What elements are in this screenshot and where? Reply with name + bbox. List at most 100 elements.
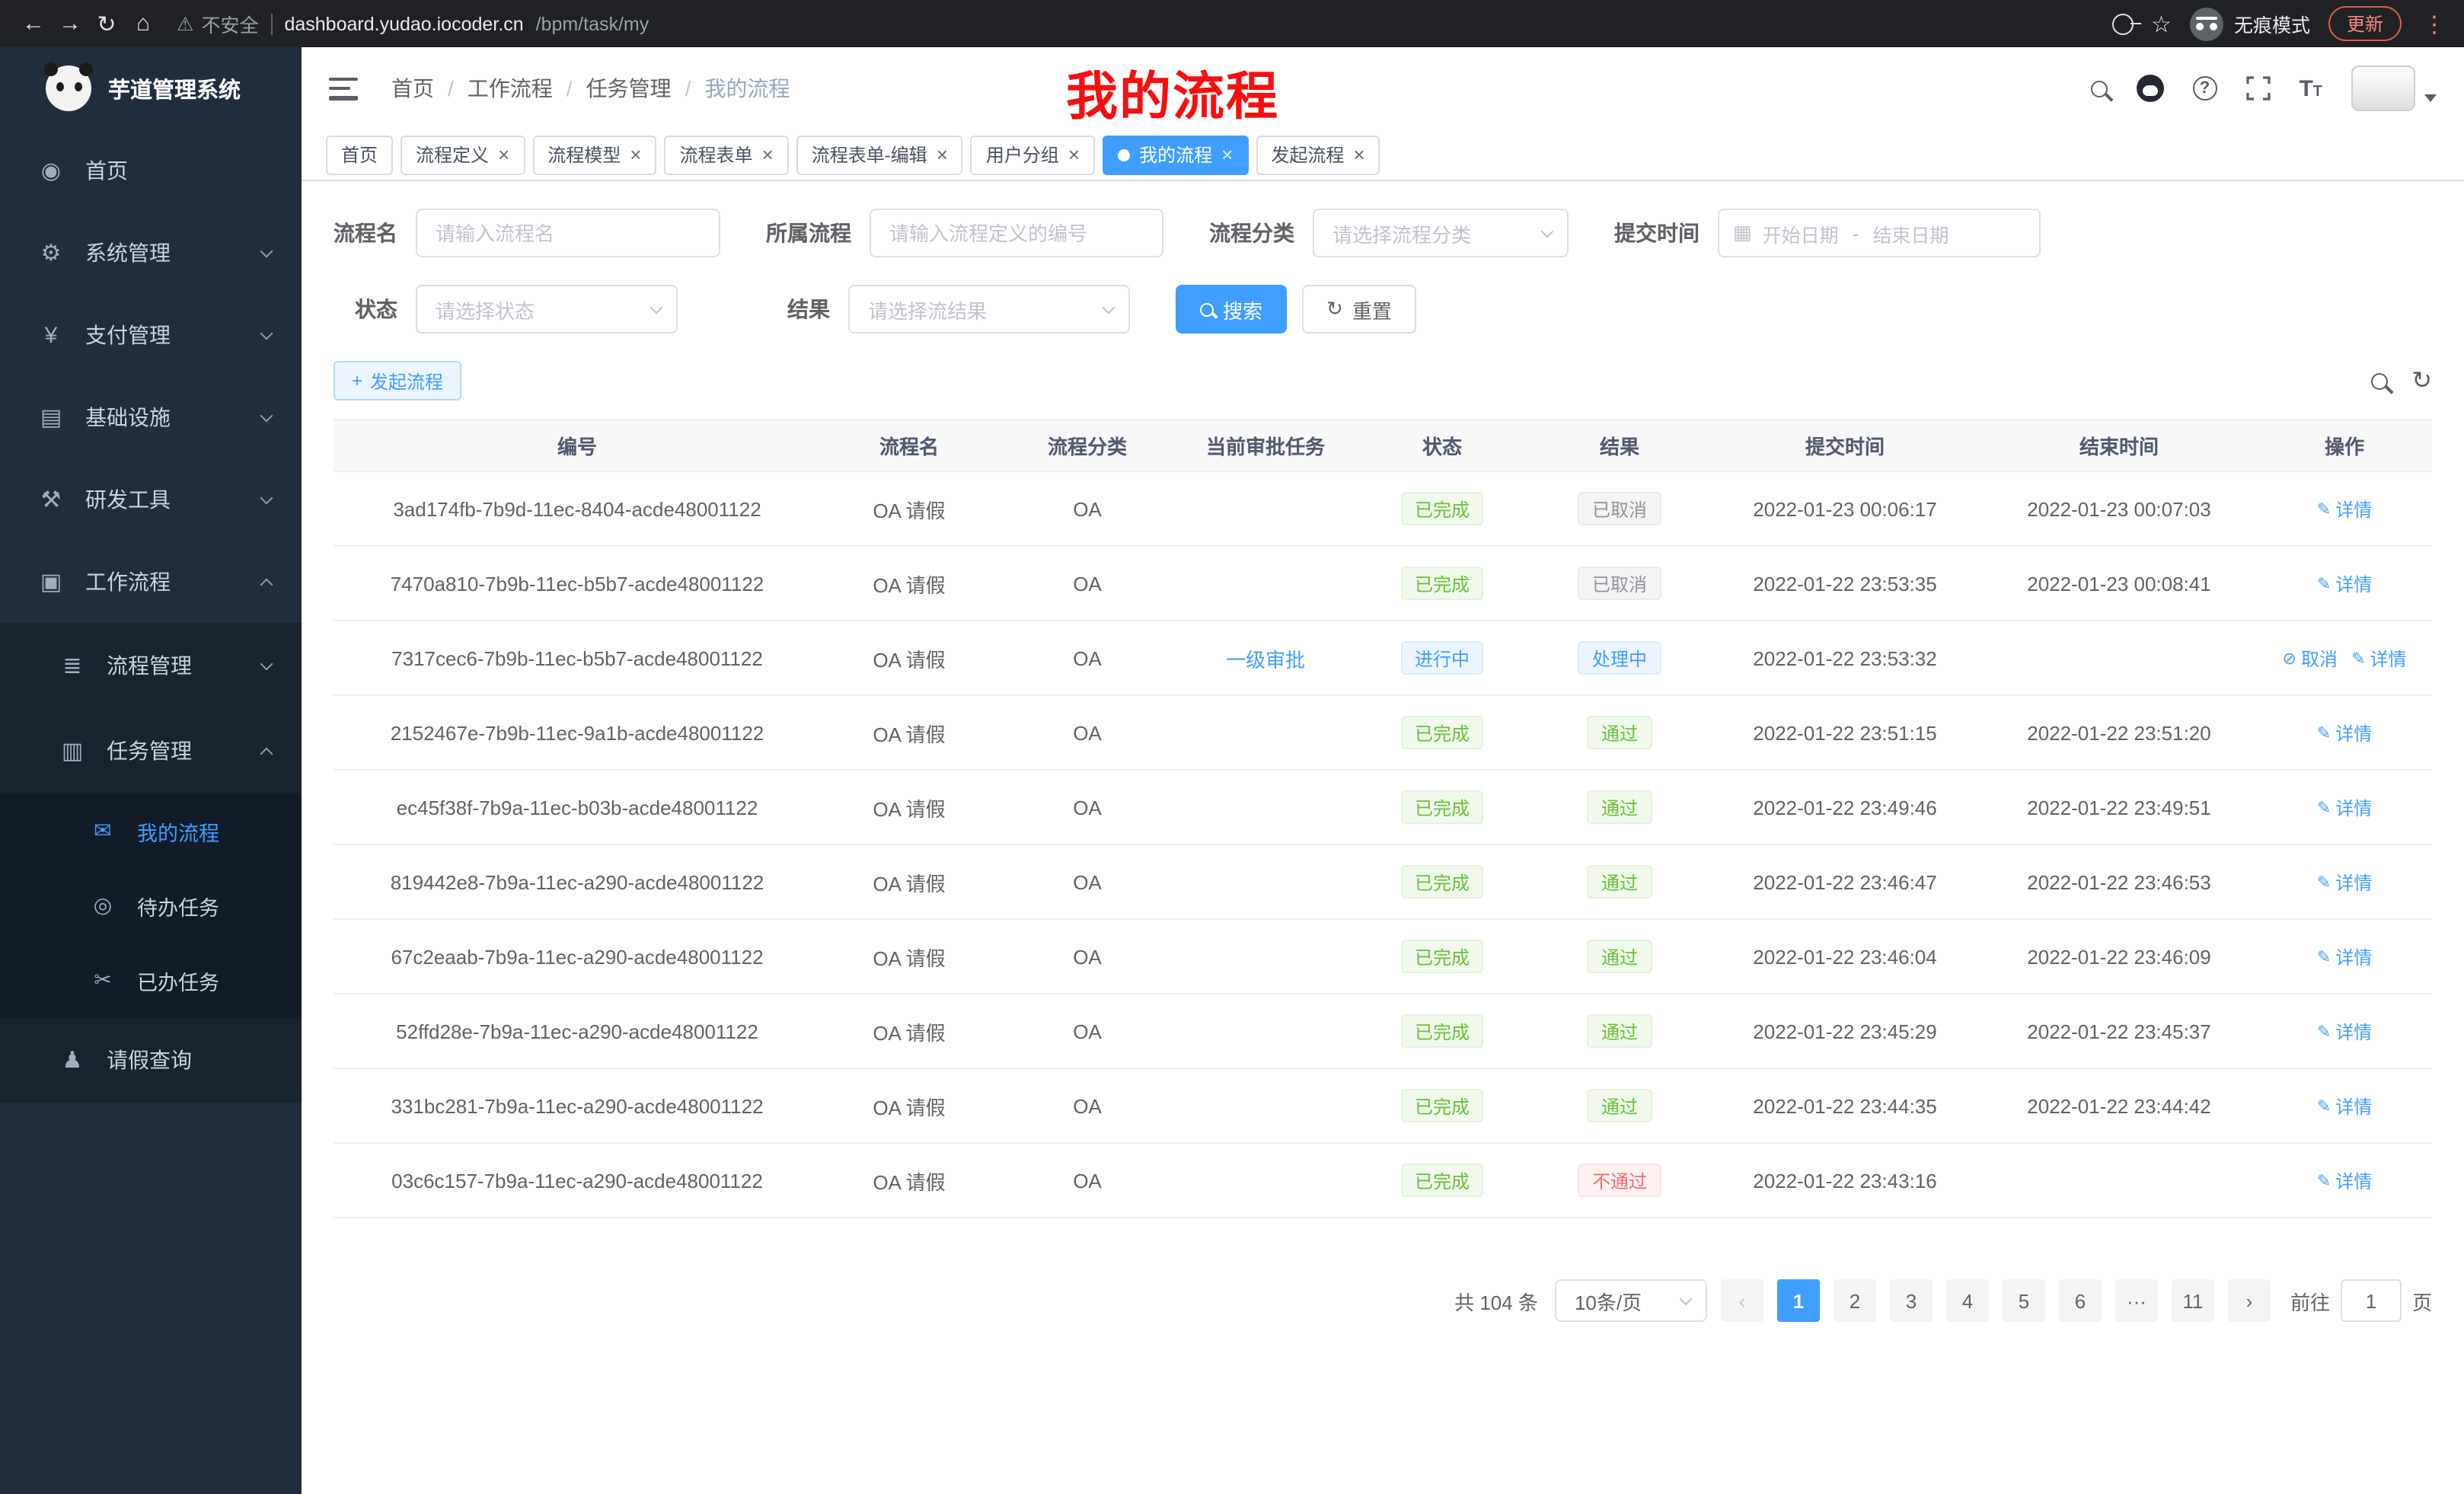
sidebar-item-process-management[interactable]: ≣ 流程管理 bbox=[0, 623, 302, 708]
font-size-icon[interactable]: TT bbox=[2299, 77, 2322, 100]
tab-user-group[interactable]: 用户分组× bbox=[971, 135, 1095, 174]
github-icon[interactable] bbox=[2136, 75, 2163, 102]
detail-link[interactable]: ✎详情 bbox=[2317, 496, 2372, 522]
tab-process-form-edit[interactable]: 流程表单-编辑× bbox=[796, 135, 963, 174]
breadcrumb-item[interactable]: 工作流程 bbox=[468, 73, 553, 104]
sidebar-item-infrastructure[interactable]: ▤ 基础设施 bbox=[0, 376, 302, 458]
sidebar-item-home[interactable]: ◉ 首页 bbox=[0, 129, 302, 212]
detail-link[interactable]: ✎详情 bbox=[2317, 570, 2372, 596]
browser-forward-button[interactable]: → bbox=[52, 5, 88, 42]
pagination-page-button[interactable]: 2 bbox=[1834, 1279, 1876, 1322]
detail-link[interactable]: ✎详情 bbox=[2317, 869, 2372, 895]
bookmark-star-icon[interactable]: ☆ bbox=[2151, 10, 2172, 37]
pagination-page-button[interactable]: 1 bbox=[1777, 1279, 1820, 1322]
pagination-next-button[interactable]: › bbox=[2228, 1279, 2271, 1322]
cell-category: OA bbox=[997, 870, 1177, 893]
current-task-link[interactable]: 一级审批 bbox=[1226, 643, 1305, 672]
browser-update-button[interactable]: 更新 bbox=[2328, 6, 2402, 41]
detail-link[interactable]: ✎详情 bbox=[2317, 1018, 2372, 1044]
browser-reload-button[interactable]: ↻ bbox=[88, 5, 125, 42]
active-dot bbox=[1118, 148, 1130, 161]
sidebar-item-my-process[interactable]: ✉ 我的流程 bbox=[0, 793, 302, 868]
close-icon[interactable]: × bbox=[498, 145, 509, 164]
detail-link[interactable]: ✎详情 bbox=[2317, 943, 2372, 969]
close-icon[interactable]: × bbox=[762, 145, 774, 164]
close-icon[interactable]: × bbox=[1221, 145, 1233, 164]
address-bar[interactable]: ⚠ 不安全 dashboard.yudao.iocoder.cn/bpm/tas… bbox=[177, 9, 2111, 38]
browser-back-button[interactable]: ← bbox=[15, 5, 52, 42]
detail-link[interactable]: ✎详情 bbox=[2317, 1167, 2372, 1193]
cancel-link[interactable]: ⊘取消 bbox=[2283, 645, 2338, 671]
pagination-more-button[interactable]: ··· bbox=[2115, 1279, 2158, 1322]
owner-process-input[interactable] bbox=[870, 209, 1163, 257]
sidebar-item-done-tasks[interactable]: ✂ 已办任务 bbox=[0, 943, 302, 1017]
close-icon[interactable]: × bbox=[1353, 145, 1364, 164]
cell-id: 2152467e-7b9b-11ec-9a1b-acde48001122 bbox=[334, 721, 821, 744]
submit-time-range-picker[interactable]: ▦ 开始日期 - 结束日期 bbox=[1718, 209, 2041, 257]
password-key-icon[interactable] bbox=[2111, 13, 2133, 34]
pagination-page-button[interactable]: 11 bbox=[2172, 1279, 2214, 1322]
search-toggle-icon[interactable] bbox=[2370, 372, 2387, 389]
sidebar-item-payment[interactable]: ¥ 支付管理 bbox=[0, 294, 302, 376]
sidebar-item-system[interactable]: ⚙ 系统管理 bbox=[0, 212, 302, 294]
detail-link[interactable]: ✎详情 bbox=[2317, 720, 2372, 745]
tab-process-definition[interactable]: 流程定义× bbox=[401, 135, 525, 174]
close-icon[interactable]: × bbox=[937, 145, 948, 164]
process-name-input[interactable] bbox=[416, 209, 720, 257]
goto-page-input[interactable] bbox=[2341, 1279, 2402, 1322]
yen-icon: ¥ bbox=[37, 322, 65, 348]
pagination-page-button[interactable]: 5 bbox=[2003, 1279, 2045, 1322]
result-badge: 处理中 bbox=[1578, 641, 1661, 675]
search-button[interactable]: 搜索 bbox=[1176, 285, 1287, 334]
pagination-page-button[interactable]: 4 bbox=[1946, 1279, 1989, 1322]
page-size-select[interactable]: 10条/页 bbox=[1555, 1279, 1707, 1322]
detail-link[interactable]: ✎详情 bbox=[2351, 645, 2406, 671]
sidebar-item-task-management[interactable]: ▥ 任务管理 bbox=[0, 708, 302, 793]
tab-my-process[interactable]: 我的流程× bbox=[1103, 135, 1248, 174]
close-icon[interactable]: × bbox=[1068, 145, 1080, 164]
category-select[interactable]: 请选择流程分类 bbox=[1313, 209, 1569, 257]
tab-home[interactable]: 首页 bbox=[326, 135, 393, 174]
status-select[interactable]: 请选择状态 bbox=[416, 285, 678, 334]
refresh-icon[interactable]: ↻ bbox=[2411, 366, 2432, 396]
chevron-down-icon bbox=[260, 409, 273, 422]
result-select[interactable]: 请选择流结果 bbox=[848, 285, 1130, 334]
pagination-page-button[interactable]: 3 bbox=[1890, 1279, 1933, 1322]
fullscreen-icon[interactable] bbox=[2245, 76, 2270, 101]
sidebar-item-leave-query[interactable]: ♟ 请假查询 bbox=[0, 1017, 302, 1103]
detail-link[interactable]: ✎详情 bbox=[2317, 1093, 2372, 1119]
breadcrumb-item[interactable]: 首页 bbox=[391, 73, 434, 104]
status-badge: 已完成 bbox=[1401, 790, 1483, 824]
browser-home-button[interactable]: ⌂ bbox=[125, 5, 161, 42]
security-status[interactable]: ⚠ 不安全 bbox=[177, 9, 258, 38]
table-row: ec45f38f-7b9a-11ec-b03b-acde48001122 OA … bbox=[334, 771, 2432, 845]
help-icon[interactable]: ? bbox=[2192, 76, 2217, 101]
tab-process-form[interactable]: 流程表单× bbox=[664, 135, 788, 174]
warning-icon: ⚠ bbox=[177, 12, 193, 35]
hamburger-menu-icon[interactable] bbox=[329, 77, 358, 100]
app-logo[interactable]: 芋道管理系统 bbox=[0, 47, 302, 129]
user-menu[interactable] bbox=[2351, 65, 2437, 111]
reset-button[interactable]: ↻ 重置 bbox=[1302, 285, 1416, 334]
sidebar-item-todo-tasks[interactable]: ◎ 待办任务 bbox=[0, 868, 302, 943]
start-process-button[interactable]: + 发起流程 bbox=[334, 361, 461, 401]
sidebar-item-workflow[interactable]: ▣ 工作流程 bbox=[0, 541, 302, 623]
pagination-page-button[interactable]: 6 bbox=[2059, 1279, 2102, 1322]
breadcrumb-separator: / bbox=[448, 76, 454, 101]
search-icon[interactable] bbox=[2090, 80, 2107, 97]
cell-submit-time: 2022-01-22 23:43:16 bbox=[1709, 1169, 1981, 1192]
cell-submit-time: 2022-01-22 23:53:35 bbox=[1709, 572, 1981, 595]
submit-time-label: 提交时间 bbox=[1614, 218, 1700, 248]
breadcrumb-item[interactable]: 任务管理 bbox=[586, 73, 672, 104]
close-icon[interactable]: × bbox=[630, 145, 641, 164]
tab-start-process[interactable]: 发起流程× bbox=[1256, 135, 1380, 174]
pagination-prev-button[interactable]: ‹ bbox=[1721, 1279, 1763, 1322]
sidebar-item-devtools[interactable]: ⚒ 研发工具 bbox=[0, 458, 302, 541]
cell-category: OA bbox=[997, 945, 1177, 968]
sidebar-item-label: 任务管理 bbox=[107, 736, 262, 766]
detail-link[interactable]: ✎详情 bbox=[2317, 794, 2372, 820]
browser-menu-icon[interactable]: ⋮ bbox=[2420, 10, 2449, 37]
tab-process-model[interactable]: 流程模型× bbox=[532, 135, 656, 174]
filter-form-row-2: 状态 请选择状态 结果 请选择流结果 bbox=[334, 285, 2432, 334]
cell-end-time: 2022-01-22 23:46:09 bbox=[1981, 945, 2257, 968]
